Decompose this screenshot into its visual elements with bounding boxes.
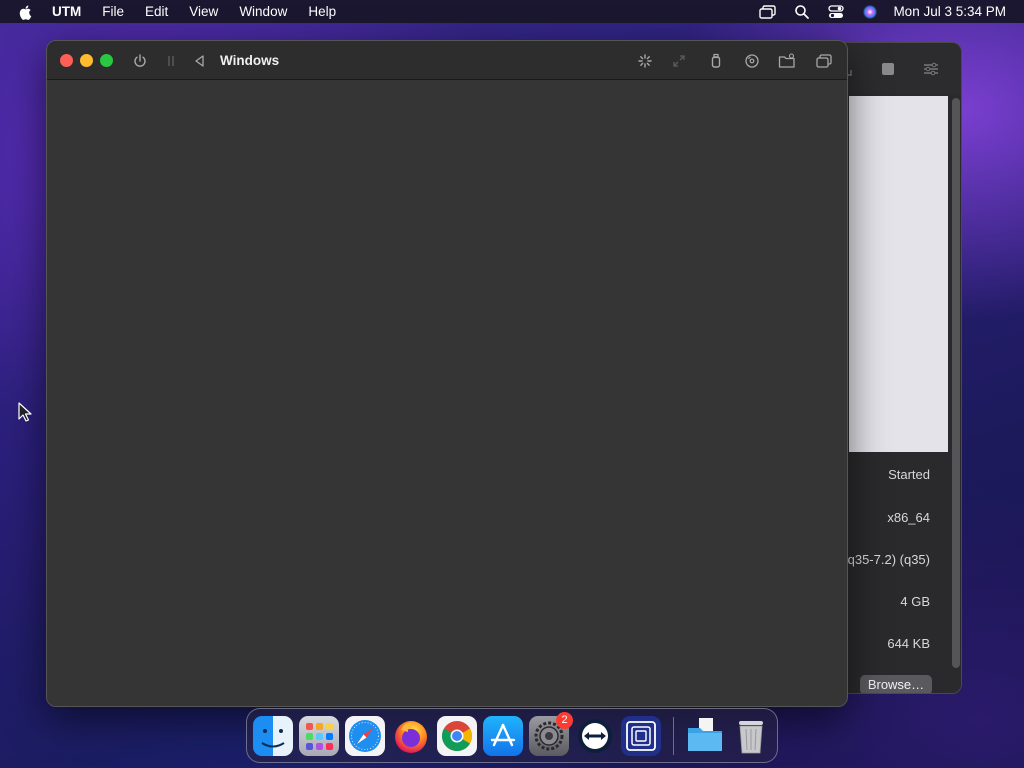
menu-file[interactable]: File: [102, 4, 124, 19]
vm-window: Windows: [46, 40, 848, 707]
menu-app-name[interactable]: UTM: [52, 4, 81, 19]
control-center-icon[interactable]: [827, 3, 845, 21]
launchpad-icon[interactable]: [299, 716, 339, 756]
remote-desktop-icon[interactable]: [621, 716, 661, 756]
pause-icon[interactable]: [162, 52, 180, 70]
notification-badge: 2: [556, 712, 573, 729]
finder-icon[interactable]: [253, 716, 293, 756]
siri-icon[interactable]: [861, 3, 879, 21]
resize-icon[interactable]: [670, 52, 688, 70]
shared-folder-icon[interactable]: [778, 52, 796, 70]
vm-titlebar: Windows: [47, 41, 847, 80]
vm-window-title: Windows: [220, 53, 280, 68]
app-store-icon[interactable]: [483, 716, 523, 756]
browse-button[interactable]: Browse…: [860, 675, 932, 693]
chrome-icon[interactable]: [437, 716, 477, 756]
apple-icon[interactable]: [18, 4, 34, 20]
settings-sliders-icon[interactable]: [922, 60, 940, 78]
vm-preview[interactable]: [849, 96, 948, 452]
safari-icon[interactable]: [345, 716, 385, 756]
windows-icon[interactable]: [815, 52, 833, 70]
screen-mirroring-icon[interactable]: [759, 3, 777, 21]
dock-separator: [673, 717, 674, 755]
power-icon[interactable]: [131, 52, 149, 70]
trash-icon[interactable]: [731, 716, 771, 756]
menu-clock[interactable]: Mon Jul 3 5:34 PM: [893, 4, 1006, 19]
dock: 2: [246, 708, 778, 763]
usb-icon[interactable]: [707, 52, 725, 70]
menu-bar: UTM File Edit View Window Help Mon Jul 3…: [0, 0, 1024, 23]
menu-edit[interactable]: Edit: [145, 4, 168, 19]
back-icon[interactable]: [191, 52, 209, 70]
spinner-icon[interactable]: [636, 52, 654, 70]
cursor-icon: [18, 402, 32, 422]
library-toolbar: [831, 43, 961, 95]
library-scroll-thumb[interactable]: [952, 98, 960, 668]
vm-display[interactable]: [47, 81, 847, 706]
cd-icon[interactable]: [743, 52, 761, 70]
firefox-icon[interactable]: [391, 716, 431, 756]
menu-help[interactable]: Help: [308, 4, 336, 19]
downloads-folder-icon[interactable]: [685, 716, 725, 756]
close-button[interactable]: [60, 54, 73, 67]
stop-icon[interactable]: [879, 60, 897, 78]
maximize-button[interactable]: [100, 54, 113, 67]
minimize-button[interactable]: [80, 54, 93, 67]
search-icon[interactable]: [793, 3, 811, 21]
library-window: Started x86_64 (q35-7.2) (q35) 4 GB 644 …: [830, 42, 962, 694]
menu-view[interactable]: View: [189, 4, 218, 19]
teamviewer-icon[interactable]: [575, 716, 615, 756]
system-settings-icon[interactable]: 2: [529, 712, 573, 756]
menu-window[interactable]: Window: [239, 4, 287, 19]
